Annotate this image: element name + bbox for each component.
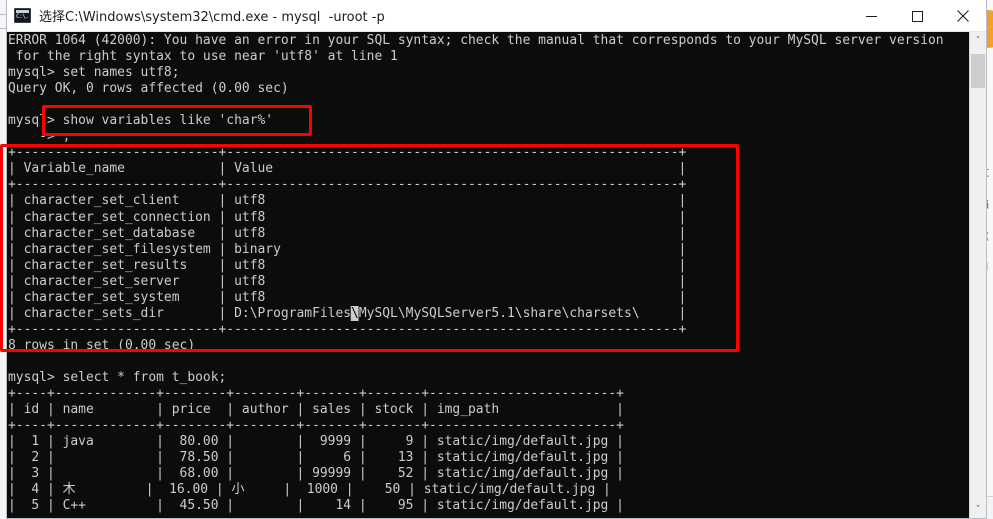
console-output-area[interactable]: ERROR 1064 (42000): You have an error in… [7,32,969,518]
close-button[interactable] [940,0,986,32]
maximize-button[interactable] [894,0,940,32]
cmd-icon [14,8,31,23]
window-controls [848,0,986,32]
cmd-console-window: 选择C:\Windows\system32\cmd.exe - mysql -u… [6,0,987,519]
window-titlebar[interactable]: 选择C:\Windows\system32\cmd.exe - mysql -u… [7,0,986,32]
console-scrollbar[interactable]: ˄ ˅ [969,32,986,518]
scrollbar-down-arrow-icon[interactable]: ˅ [970,501,986,518]
scrollbar-thumb[interactable] [971,54,985,88]
minimize-button[interactable] [848,0,894,32]
scrollbar-up-arrow-icon[interactable]: ˄ [970,32,986,49]
console-text: ERROR 1064 (42000): You have an error in… [8,33,944,514]
text-cursor: \ [351,305,359,321]
window-title: 选择C:\Windows\system32\cmd.exe - mysql -u… [39,10,385,25]
